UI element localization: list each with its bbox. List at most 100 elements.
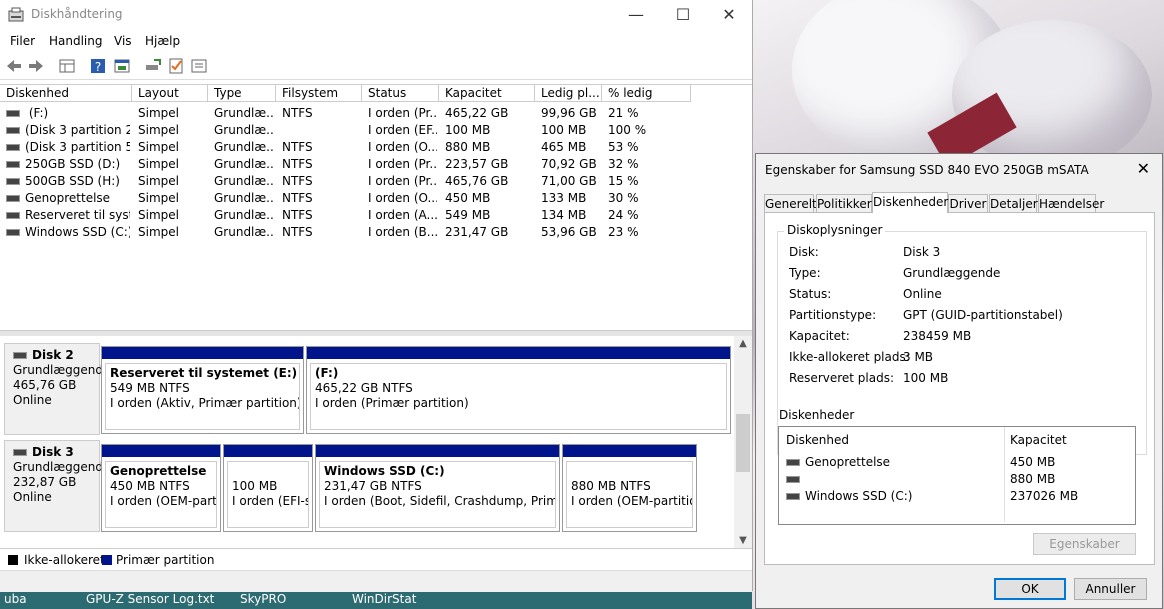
volume-cell-layout: Simpel [138, 123, 179, 137]
console-icon[interactable] [113, 57, 131, 75]
menu-view[interactable]: Vis [114, 34, 132, 48]
volume-icon [6, 212, 20, 219]
volume-cell-status: I orden (O... [368, 140, 437, 154]
volume-icon [6, 110, 20, 117]
volume-row[interactable]: Reserveret til syste... Simpel Grundlæ... N… [0, 207, 752, 224]
volume-cell-name: Windows SSD (C:) [6, 224, 130, 241]
vertical-scrollbar[interactable]: ▲ ▼ [734, 336, 752, 548]
menu-file[interactable]: Filer [10, 34, 35, 48]
volume-cell-layout: Simpel [138, 106, 179, 120]
desktop-label[interactable]: WinDirStat [352, 592, 416, 606]
volume-row[interactable]: 250GB SSD (D:) Simpel Grundlæ... NTFS I orde… [0, 156, 752, 173]
column-header-filesystem[interactable]: Filsystem [276, 85, 362, 102]
scroll-down-icon[interactable]: ▼ [734, 535, 752, 546]
volume-cell-fs: NTFS [282, 106, 313, 120]
volume-cell-status: I orden (B... [368, 225, 437, 239]
forward-icon[interactable] [27, 57, 45, 75]
partition-status: I orden (Primær partition) [315, 396, 469, 410]
info-value: Disk 3 [903, 245, 941, 259]
cancel-button[interactable]: Annuller [1074, 578, 1147, 600]
volume-cell-layout: Simpel [138, 157, 179, 171]
volume-cell-free: 99,96 GB [541, 106, 597, 120]
rescan-icon[interactable] [144, 57, 162, 75]
column-header-volume[interactable]: Diskenhed [0, 85, 132, 102]
column-header-pct-free[interactable]: % ledig [602, 85, 691, 102]
column-header-status[interactable]: Status [362, 85, 439, 102]
volume-row[interactable]: Windows SSD (C:) Simpel Grundlæ... NTFS I or… [0, 224, 752, 241]
volume-cell-cap: 450 MB [445, 191, 491, 205]
partition-system-reserved[interactable]: Reserveret til systemet (E:) 549 MB NTFS… [101, 346, 304, 434]
desktop-label[interactable]: GPU-Z Sensor Log.txt [86, 592, 214, 606]
partition-efi[interactable]: 100 MB I orden (EFI-sy [223, 444, 313, 532]
primary-partition-bar [102, 445, 220, 457]
disk-3-label[interactable]: Disk 3 Grundlæggend 232,87 GB Online [4, 440, 103, 532]
volume-cell-layout: Simpel [138, 140, 179, 154]
back-icon[interactable] [5, 57, 23, 75]
info-value: Grundlæggende [903, 266, 1001, 280]
close-button[interactable]: ✕ [706, 0, 752, 30]
volume-view-icon[interactable] [58, 57, 76, 75]
legend-label: Primær partition [116, 553, 215, 567]
volume-row-name[interactable] [786, 472, 805, 486]
menu-action[interactable]: Handling [49, 34, 103, 48]
volume-row[interactable]: (Disk 3 partition 5) Simpel Grundlæ... NTFS… [0, 139, 752, 156]
tab-general[interactable]: Generelt [764, 194, 817, 212]
volume-icon [6, 161, 20, 168]
desktop-label[interactable]: SkyPRO [240, 592, 286, 606]
partition-name: Genoprettelse [110, 464, 207, 478]
volume-cell-pct: 23 % [608, 225, 639, 239]
tab-policies[interactable]: Politikker [816, 194, 872, 212]
scroll-up-icon[interactable]: ▲ [734, 338, 752, 349]
volume-cell-status: I orden (Pr... [368, 157, 437, 171]
column-header-layout[interactable]: Layout [132, 85, 208, 102]
column-header-capacity[interactable]: Kapacitet [439, 85, 535, 102]
column-header-type[interactable]: Type [208, 85, 276, 102]
volume-row-name[interactable]: Genoprettelse [786, 455, 890, 469]
disk-2-label[interactable]: Disk 2 Grundlæggend 465,76 GB Online [4, 343, 103, 435]
volume-row[interactable]: (F:) Simpel Grundlæ... NTFS I orden (Pr... 46… [0, 105, 752, 122]
vol-column-header[interactable]: Diskenhed [786, 433, 849, 447]
ok-button[interactable]: OK [994, 578, 1066, 600]
partition-size: 450 MB NTFS [110, 479, 190, 493]
disk-management-window: Diskhåndtering — ☐ ✕ Filer Handling Vis … [0, 0, 753, 592]
volume-cell-cap: 223,57 GB [445, 157, 509, 171]
title-bar[interactable]: Diskhåndtering — ☐ ✕ [0, 0, 752, 30]
volume-icon [6, 178, 20, 185]
partition-recovery[interactable]: Genoprettelse 450 MB NTFS I orden (OEM-p… [101, 444, 221, 532]
maximize-button[interactable]: ☐ [660, 0, 706, 30]
volume-cell-type: Grundlæ... [214, 225, 274, 239]
volume-properties-button[interactable]: Egenskaber [1033, 533, 1136, 555]
volume-cell-name: (F:) [6, 105, 130, 122]
volume-icon [6, 229, 20, 236]
volume-row[interactable]: 500GB SSD (H:) Simpel Grundlæ... NTFS I orde… [0, 173, 752, 190]
desktop-label[interactable]: uba [4, 592, 27, 606]
partition-f[interactable]: (F:) 465,22 GB NTFS I orden (Primær part… [306, 346, 731, 434]
tab-volumes[interactable]: Diskenheder [872, 192, 948, 213]
help-icon[interactable]: ? [89, 57, 107, 75]
volume-row[interactable]: (Disk 3 partition 2) Simpel Grundlæ... I or… [0, 122, 752, 139]
disk-name: Disk 3 [32, 445, 74, 459]
checklist-icon[interactable] [167, 57, 185, 75]
scroll-thumb[interactable] [736, 414, 750, 472]
tab-events[interactable]: Hændelser [1038, 194, 1104, 212]
volume-list: Diskenhed Layout Type Filsystem Status K… [0, 84, 752, 331]
dialog-close-button[interactable]: ✕ [1137, 159, 1150, 178]
menu-help[interactable]: Hjælp [145, 34, 180, 48]
volume-cell-type: Grundlæ... [214, 174, 274, 188]
volume-row-name[interactable]: Windows SSD (C:) [786, 489, 912, 503]
tab-driver[interactable]: Driver [948, 194, 988, 212]
volume-cell-pct: 100 % [608, 123, 647, 137]
column-header-free[interactable]: Ledig pl... [535, 85, 602, 102]
partition-windows-c[interactable]: Windows SSD (C:) 231,47 GB NTFS I orden … [315, 444, 560, 532]
partition-oem[interactable]: 880 MB NTFS I orden (OEM-partition) [562, 444, 697, 532]
toolbar: ? [0, 53, 752, 80]
properties-icon[interactable] [190, 57, 208, 75]
dialog-title: Egenskaber for Samsung SSD 840 EVO 250GB… [765, 163, 1089, 177]
tab-details[interactable]: Detaljer [989, 194, 1038, 212]
volumes-title: Diskenheder [779, 408, 855, 422]
volume-row[interactable]: Genoprettelse Simpel Grundlæ... NTFS I orden… [0, 190, 752, 207]
info-key: Kapacitet: [789, 329, 850, 343]
minimize-button[interactable]: — [613, 0, 659, 30]
info-value: Online [903, 287, 942, 301]
vol-column-header[interactable]: Kapacitet [1010, 433, 1067, 447]
